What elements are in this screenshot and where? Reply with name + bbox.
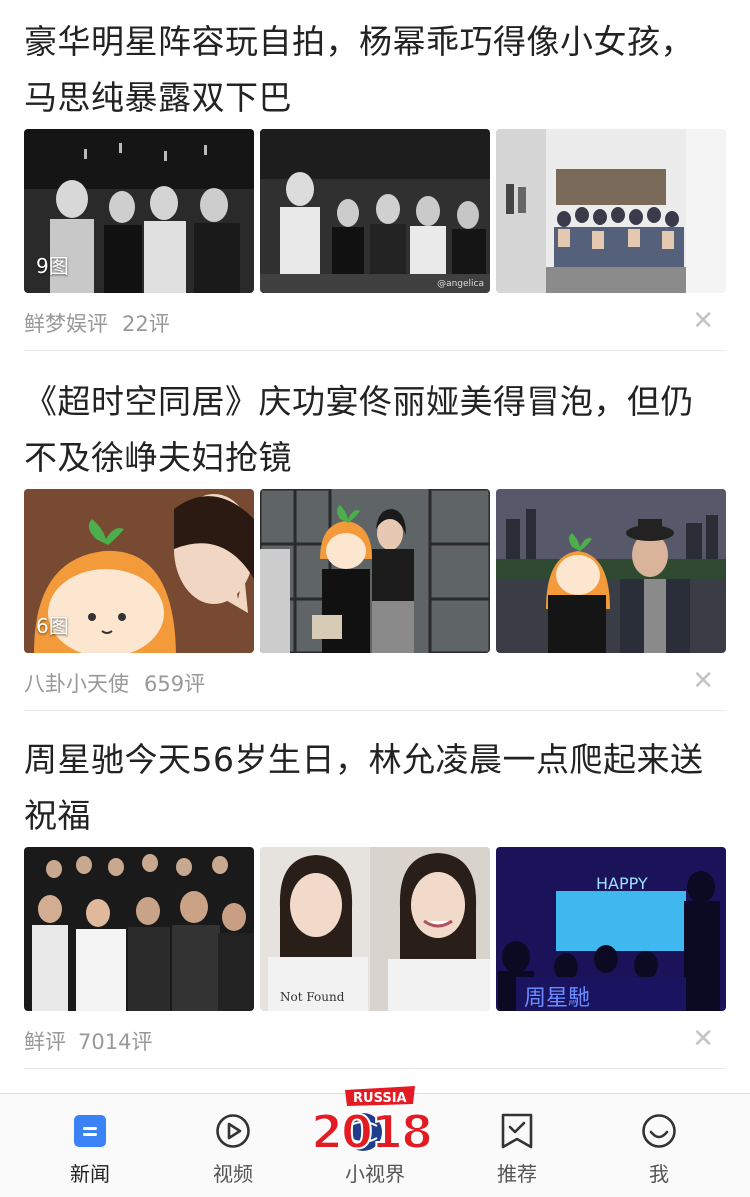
article-meta: 八卦小天使 659评 ✕ (24, 666, 726, 698)
article-thumbnails[interactable]: 9图 @angelica (24, 129, 726, 293)
close-icon[interactable]: ✕ (692, 666, 714, 696)
thumbnail-image[interactable]: 6图 (24, 489, 254, 653)
article-thumbnails[interactable]: Not Found HAPPY 周星馳 (24, 847, 726, 1011)
comment-count: 7014评 (78, 1030, 153, 1054)
thumbnail-image[interactable]: Not Found (260, 847, 490, 1011)
title-line: 豪华明星阵容玩自拍，杨幂乖巧得像小女孩， (24, 22, 694, 61)
tab-label: 新闻 (70, 1162, 110, 1186)
logo-russia-text: RUSSIA (353, 1091, 407, 1106)
article-title[interactable]: 豪华明星阵容玩自拍，杨幂乖巧得像小女孩， 马思纯暴露双下巴 (24, 14, 726, 126)
article-title[interactable]: 《超时空同居》庆功宴佟丽娅美得冒泡，但仍 不及徐峥夫妇抢镜 (24, 374, 726, 486)
watermark: @angelica (437, 279, 484, 289)
thumbnail-image[interactable] (24, 847, 254, 1011)
article-meta: 鲜评 7014评 ✕ (24, 1024, 726, 1056)
image-count-badge: 9图 (36, 254, 69, 278)
shirt-text: Not Found (280, 990, 345, 1004)
article-meta: 鲜梦娱评 22评 ✕ (24, 306, 726, 338)
tab-news[interactable]: 新闻 (30, 1094, 150, 1197)
tab-me[interactable]: 我 (599, 1094, 719, 1197)
thumbnail-image[interactable]: HAPPY 周星馳 (496, 847, 726, 1011)
bookmark-check-icon (501, 1113, 533, 1149)
title-line: 不及徐峥夫妇抢镜 (24, 438, 292, 477)
source-name: 八卦小天使 (24, 672, 129, 696)
smiley-icon (642, 1114, 676, 1148)
source-name: 鲜评 (24, 1030, 66, 1054)
title-line: 《超时空同居》庆功宴佟丽娅美得冒泡，但仍 (24, 382, 694, 421)
divider (24, 710, 726, 711)
thumbnail-image[interactable] (260, 489, 490, 653)
tab-label: 我 (649, 1162, 669, 1186)
news-icon (74, 1115, 106, 1147)
comment-count: 22评 (122, 312, 170, 336)
play-icon (216, 1114, 250, 1148)
title-line: 祝福 (24, 796, 91, 835)
news-article[interactable]: 周星驰今天56岁生日，林允凌晨一点爬起来送 祝福 Not Found HAPPY… (24, 732, 726, 1054)
worldcup-2018-logo[interactable]: RUSSIA 2018 (305, 1082, 445, 1158)
thumbnail-image[interactable]: 9图 (24, 129, 254, 293)
image-count-badge: 6图 (36, 614, 69, 638)
logo-year-text: 2018 (311, 1105, 431, 1158)
close-icon[interactable]: ✕ (692, 306, 714, 336)
tab-label: 视频 (213, 1162, 253, 1186)
thumbnail-image[interactable] (496, 129, 726, 293)
close-icon[interactable]: ✕ (692, 1024, 714, 1054)
thumbnail-image[interactable]: @angelica (260, 129, 490, 293)
news-article[interactable]: 豪华明星阵容玩自拍，杨幂乖巧得像小女孩， 马思纯暴露双下巴 9图 @angeli… (24, 14, 726, 336)
divider (24, 1068, 726, 1069)
title-line: 周星驰今天56岁生日，林允凌晨一点爬起来送 (24, 740, 704, 779)
article-title[interactable]: 周星驰今天56岁生日，林允凌晨一点爬起来送 祝福 (24, 732, 726, 844)
tab-label: 小视界 (345, 1162, 405, 1186)
source-name: 鲜梦娱评 (24, 312, 108, 336)
comment-count: 659评 (144, 672, 206, 696)
divider (24, 350, 726, 351)
screen-text: HAPPY (596, 874, 648, 893)
tab-recommend[interactable]: 推荐 (457, 1094, 577, 1197)
sign-text: 周星馳 (524, 986, 590, 1011)
article-thumbnails[interactable]: 6图 (24, 489, 726, 653)
tab-video[interactable]: 视频 (173, 1094, 293, 1197)
news-article[interactable]: 《超时空同居》庆功宴佟丽娅美得冒泡，但仍 不及徐峥夫妇抢镜 6图 八卦小天使 6… (24, 374, 726, 696)
thumbnail-image[interactable] (496, 489, 726, 653)
tab-label: 推荐 (497, 1162, 537, 1186)
title-line: 马思纯暴露双下巴 (24, 78, 292, 117)
